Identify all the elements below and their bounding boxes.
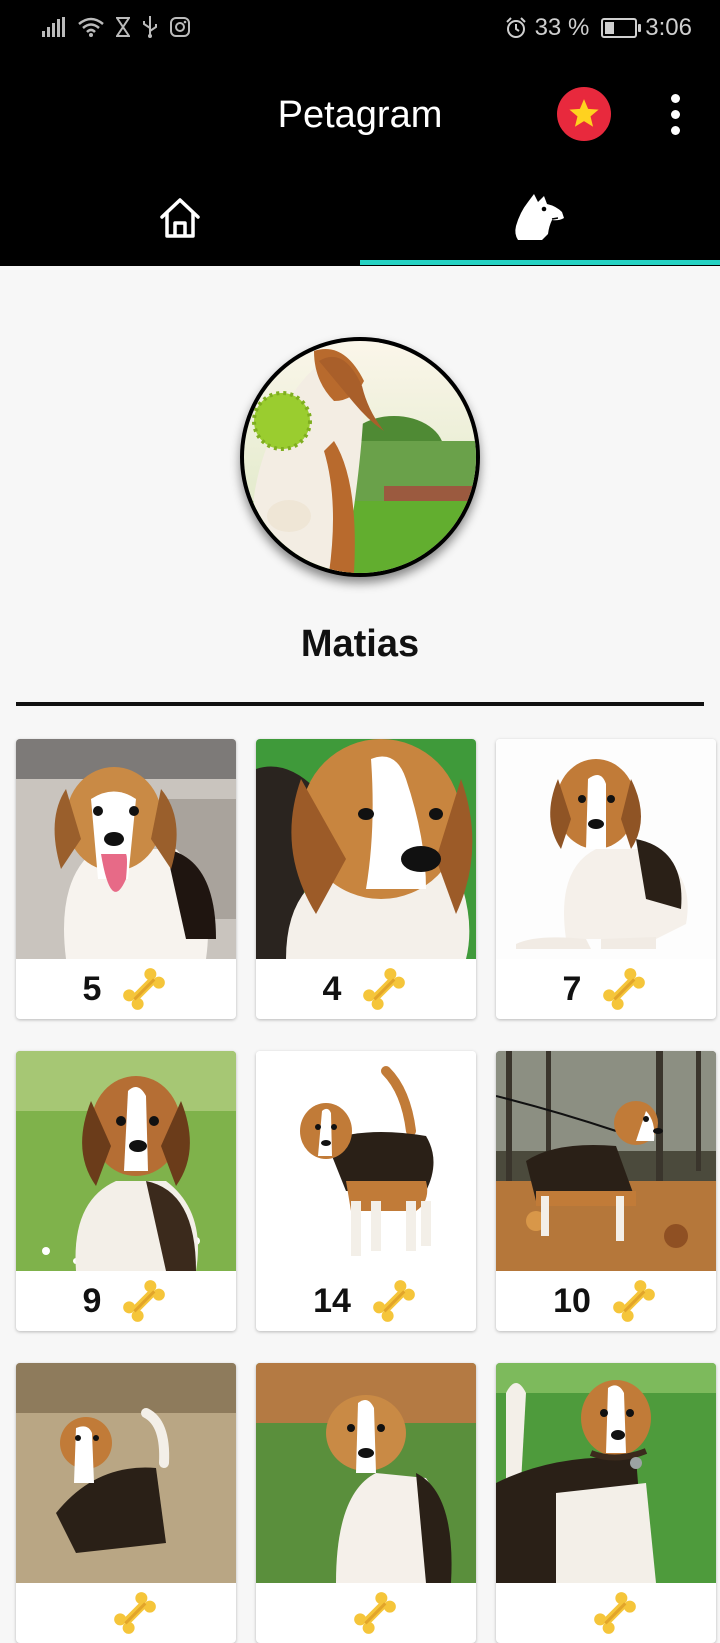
pet-photo [16,1363,236,1583]
home-icon [160,198,200,238]
bone-icon [613,1280,655,1322]
favorites-button[interactable] [557,87,611,141]
pet-photo [256,1363,476,1583]
app-title: Petagram [277,94,443,136]
usb-icon [143,16,157,38]
pet-card[interactable] [256,1363,476,1643]
pet-rating: 14 [256,1271,476,1331]
battery-icon [601,18,642,38]
pet-rating [16,1583,236,1643]
wifi-icon [78,17,104,37]
pet-card[interactable] [496,1363,716,1643]
signal-icon [42,17,65,37]
bone-icon [354,1592,396,1634]
bone-icon [114,1592,156,1634]
pet-rating [256,1583,476,1643]
tab-bar [0,174,720,266]
clock: 3:06 [645,14,692,41]
pet-card[interactable]: 14 [256,1051,476,1331]
profile-name: Matias [300,623,420,665]
divider [16,702,704,706]
bone-icon [123,1280,166,1322]
battery-percent: 33 % [534,14,590,41]
like-count: 7 [562,969,582,1008]
bone-icon [363,968,406,1010]
pet-card[interactable]: 5 [16,739,236,1019]
tab-indicator [360,260,720,265]
battery-fill [605,22,615,34]
app-bar: Petagram [0,58,720,174]
bone-icon [603,968,646,1010]
instagram-icon [170,17,190,37]
pet-photo [256,739,476,959]
dog-icon [515,194,564,240]
pet-photo [496,1363,716,1583]
status-icons-right: 33 % 3:06 [505,14,692,42]
like-count: 10 [553,1281,591,1320]
status-bar: 33 % 3:06 [0,0,720,58]
profile-avatar-frame [240,337,480,577]
pet-photo [496,739,716,959]
pet-card[interactable]: 4 [256,739,476,1019]
pet-rating: 10 [496,1271,716,1331]
pet-rating [496,1583,716,1643]
pet-card[interactable]: 9 [16,1051,236,1331]
pet-rating: 5 [16,959,236,1019]
alarm-icon [505,17,526,38]
bone-icon [594,1592,636,1634]
pet-photo [256,1051,476,1271]
bone-icon [373,1280,415,1322]
pet-photo [496,1051,716,1271]
pet-card[interactable] [16,1363,236,1643]
like-count: 9 [82,1281,102,1320]
tab-home[interactable] [0,174,360,262]
status-icons-left [42,16,190,38]
pet-photo [16,739,236,959]
tab-profile[interactable] [360,174,720,262]
star-icon [569,99,599,127]
like-count: 5 [82,969,102,1008]
like-count: 14 [313,1281,351,1320]
bone-icon [123,968,166,1010]
hourglass-icon [116,17,130,37]
profile-avatar [244,341,476,573]
like-count: 4 [322,969,342,1008]
pet-photo [16,1051,236,1271]
overflow-menu-button[interactable] [662,94,690,136]
pet-rating: 9 [16,1271,236,1331]
pet-rating: 4 [256,959,476,1019]
pet-rating: 7 [496,959,716,1019]
pet-card[interactable]: 7 [496,739,716,1019]
pet-card[interactable]: 10 [496,1051,716,1331]
